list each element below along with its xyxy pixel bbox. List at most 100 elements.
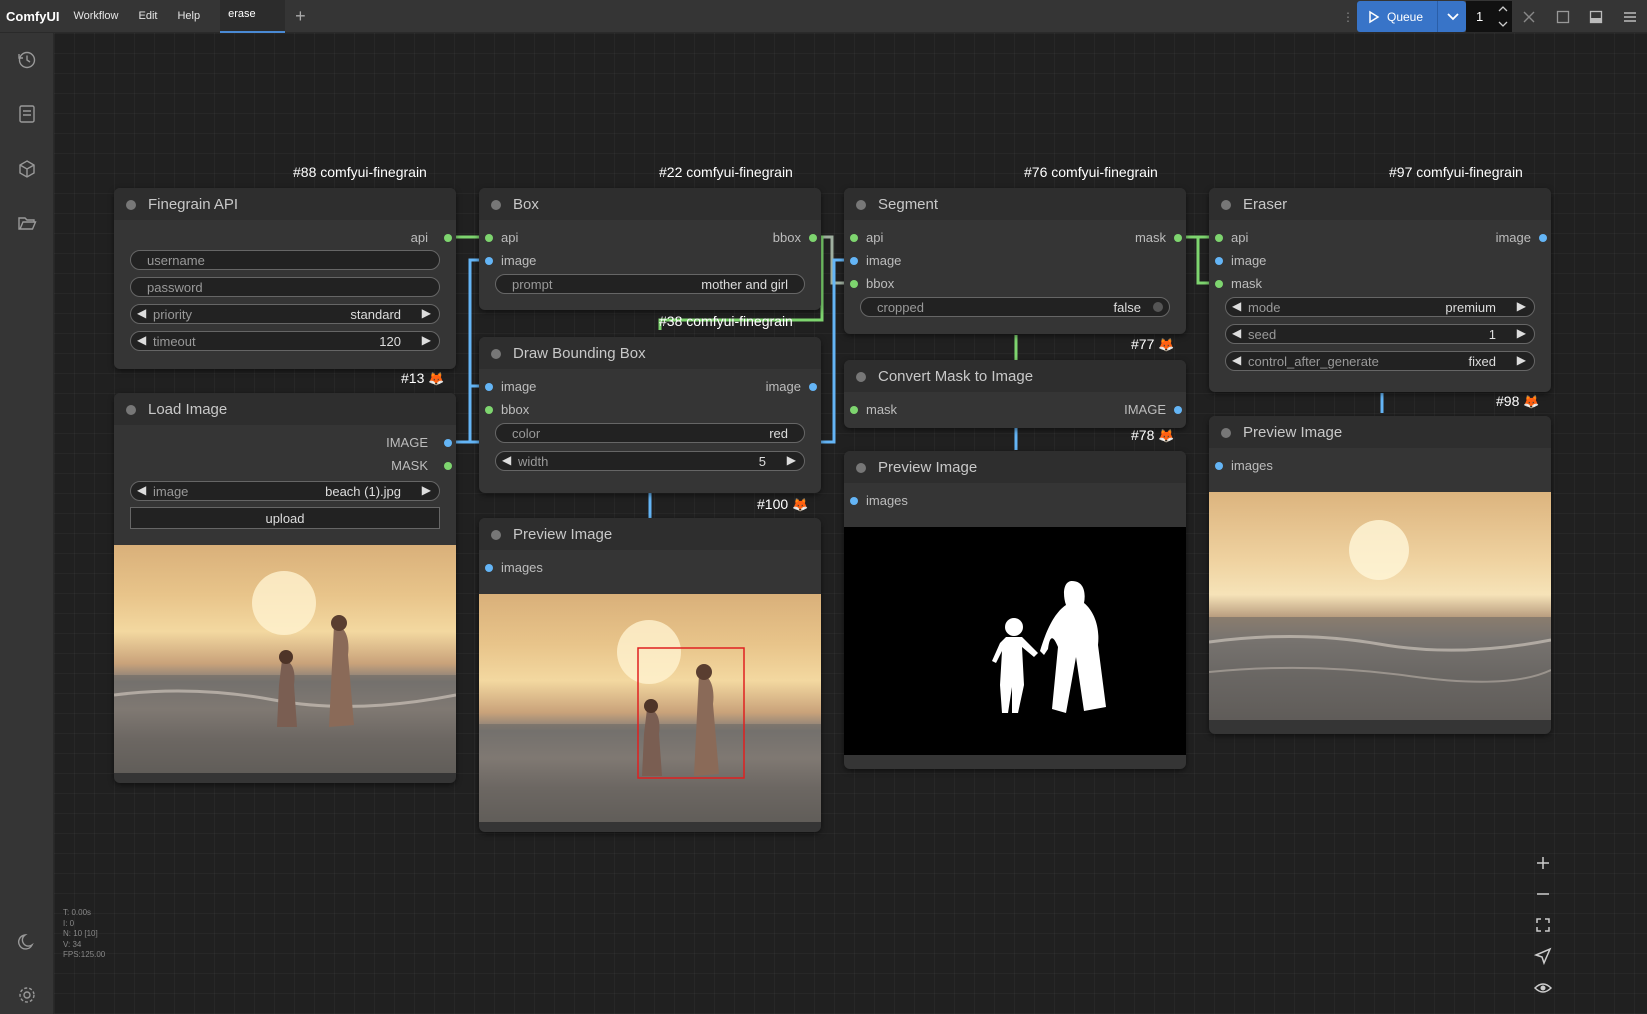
collapse-dot[interactable] (126, 405, 136, 415)
arrow-right-icon[interactable]: ▶ (1517, 353, 1526, 367)
username-field[interactable]: username (130, 250, 440, 270)
arrow-right-icon[interactable]: ▶ (1517, 326, 1526, 340)
hamburger-menu-icon[interactable] (1623, 10, 1637, 24)
queue-button[interactable]: Queue (1357, 1, 1466, 32)
folder-open-icon[interactable] (17, 213, 37, 233)
arrow-right-icon[interactable]: ▶ (422, 306, 431, 320)
arrow-left-icon[interactable]: ◀ (502, 453, 511, 467)
zoom-in-icon[interactable] (1532, 852, 1554, 874)
node-segment[interactable]: Segment api image bbox mask cropped false (844, 188, 1186, 334)
increment-icon[interactable] (1498, 5, 1508, 13)
arrow-left-icon[interactable]: ◀ (137, 483, 146, 497)
input-api-dot[interactable] (1215, 234, 1223, 242)
square-icon[interactable] (1556, 10, 1570, 24)
input-image-dot[interactable] (850, 257, 858, 265)
node-title[interactable]: Draw Bounding Box (479, 337, 821, 369)
width-number[interactable]: ◀ width 5 ▶ (495, 451, 805, 471)
output-api-dot[interactable] (444, 234, 452, 242)
image-combo[interactable]: ◀ image beach (1).jpg ▶ (130, 481, 440, 501)
collapse-dot[interactable] (126, 200, 136, 210)
collapse-dot[interactable] (1221, 428, 1231, 438)
queue-list-icon[interactable] (17, 104, 37, 124)
seed-number[interactable]: ◀ seed 1 ▶ (1225, 324, 1535, 344)
node-title[interactable]: Preview Image (844, 451, 1186, 483)
input-bbox-dot[interactable] (485, 406, 493, 414)
collapse-dot[interactable] (856, 200, 866, 210)
input-images-dot[interactable] (1215, 462, 1223, 470)
arrow-left-icon[interactable]: ◀ (1232, 326, 1241, 340)
password-field[interactable]: password (130, 277, 440, 297)
collapse-dot[interactable] (491, 349, 501, 359)
collapse-dot[interactable] (856, 372, 866, 382)
output-image-dot[interactable] (1174, 406, 1182, 414)
input-images-dot[interactable] (850, 497, 858, 505)
node-preview-image-erased[interactable]: Preview Image images (1209, 416, 1551, 734)
node-box[interactable]: Box api image bbox prompt mother and girl (479, 188, 821, 310)
upload-button[interactable]: upload (130, 507, 440, 529)
node-draw-bounding-box[interactable]: Draw Bounding Box image bbox image color… (479, 337, 821, 493)
control-after-generate-combo[interactable]: ◀ control_after_generate fixed ▶ (1225, 351, 1535, 371)
collapse-dot[interactable] (491, 200, 501, 210)
node-title[interactable]: Finegrain API (114, 188, 456, 220)
mode-combo[interactable]: ◀ mode premium ▶ (1225, 297, 1535, 317)
node-preview-image-bbox[interactable]: Preview Image images (479, 518, 821, 832)
input-image-dot[interactable] (1215, 257, 1223, 265)
node-title[interactable]: Box (479, 188, 821, 220)
output-image-dot[interactable] (444, 439, 452, 447)
settings-gear-icon[interactable] (17, 985, 37, 1005)
menu-help[interactable]: Help (177, 10, 200, 22)
arrow-right-icon[interactable]: ▶ (422, 333, 431, 347)
node-load-image[interactable]: Load Image IMAGE MASK ◀ image beach (1).jp… (114, 393, 456, 783)
history-icon[interactable] (17, 50, 37, 70)
node-title[interactable]: Eraser (1209, 188, 1551, 220)
node-convert-mask-to-image[interactable]: Convert Mask to Image mask IMAGE (844, 360, 1186, 428)
visibility-eye-icon[interactable] (1532, 977, 1554, 999)
input-images-dot[interactable] (485, 564, 493, 572)
input-mask-dot[interactable] (1215, 280, 1223, 288)
input-api-dot[interactable] (485, 234, 493, 242)
input-image-dot[interactable] (485, 257, 493, 265)
input-image-dot[interactable] (485, 383, 493, 391)
input-bbox-dot[interactable] (850, 280, 858, 288)
arrow-right-icon[interactable]: ▶ (1517, 299, 1526, 313)
arrow-left-icon[interactable]: ◀ (137, 306, 146, 320)
decrement-icon[interactable] (1498, 20, 1508, 28)
arrow-right-icon[interactable]: ▶ (422, 483, 431, 497)
arrow-left-icon[interactable]: ◀ (1232, 299, 1241, 313)
output-image-dot[interactable] (1539, 234, 1547, 242)
prompt-field[interactable]: prompt mother and girl (495, 274, 805, 294)
input-api-dot[interactable] (850, 234, 858, 242)
arrow-right-icon[interactable]: ▶ (787, 453, 796, 467)
theme-moon-icon[interactable] (17, 932, 37, 952)
output-bbox-dot[interactable] (809, 234, 817, 242)
model-library-icon[interactable] (17, 159, 37, 179)
output-image-dot[interactable] (809, 383, 817, 391)
chevron-down-icon[interactable] (1446, 10, 1460, 24)
select-pointer-icon[interactable] (1532, 945, 1554, 967)
node-title[interactable]: Preview Image (479, 518, 821, 550)
batch-count-input[interactable]: 1 (1466, 1, 1512, 32)
app-logo[interactable]: ComfyUI (6, 9, 59, 24)
node-finegrain-api[interactable]: Finegrain API api username password ◀ pri… (114, 188, 456, 369)
node-eraser[interactable]: Eraser api image mask image ◀ mode premium… (1209, 188, 1551, 392)
timeout-number[interactable]: ◀ timeout 120 ▶ (130, 331, 440, 351)
node-title[interactable]: Segment (844, 188, 1186, 220)
collapse-dot[interactable] (491, 530, 501, 540)
panel-bottom-icon[interactable] (1589, 10, 1603, 24)
menu-workflow[interactable]: Workflow (73, 10, 118, 22)
input-mask-dot[interactable] (850, 406, 858, 414)
priority-combo[interactable]: ◀ priority standard ▶ (130, 304, 440, 324)
collapse-dot[interactable] (1221, 200, 1231, 210)
arrow-left-icon[interactable]: ◀ (1232, 353, 1241, 367)
cropped-toggle[interactable]: cropped false (860, 297, 1170, 317)
zoom-out-icon[interactable] (1532, 883, 1554, 905)
close-icon[interactable] (1522, 10, 1536, 24)
node-title[interactable]: Convert Mask to Image (844, 360, 1186, 392)
node-preview-image-mask[interactable]: Preview Image images (844, 451, 1186, 769)
output-mask-dot[interactable] (1174, 234, 1182, 242)
output-mask-dot[interactable] (444, 462, 452, 470)
fit-view-icon[interactable] (1532, 914, 1554, 936)
menu-edit[interactable]: Edit (138, 10, 157, 22)
collapse-dot[interactable] (856, 463, 866, 473)
node-title[interactable]: Preview Image (1209, 416, 1551, 448)
